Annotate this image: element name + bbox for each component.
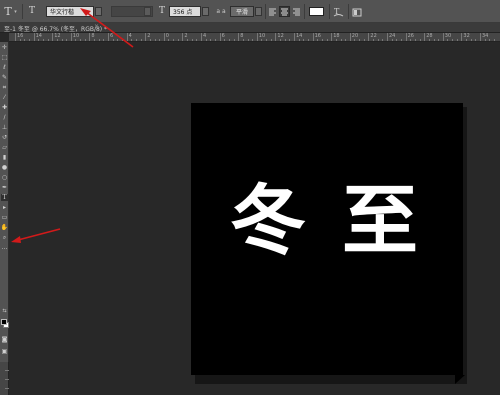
arrow-to-type-tool: [11, 228, 61, 243]
annotation-arrows: [11, 8, 134, 243]
arrow-to-font-field: [80, 8, 134, 48]
foreground-color-swatch[interactable]: [1, 319, 7, 325]
